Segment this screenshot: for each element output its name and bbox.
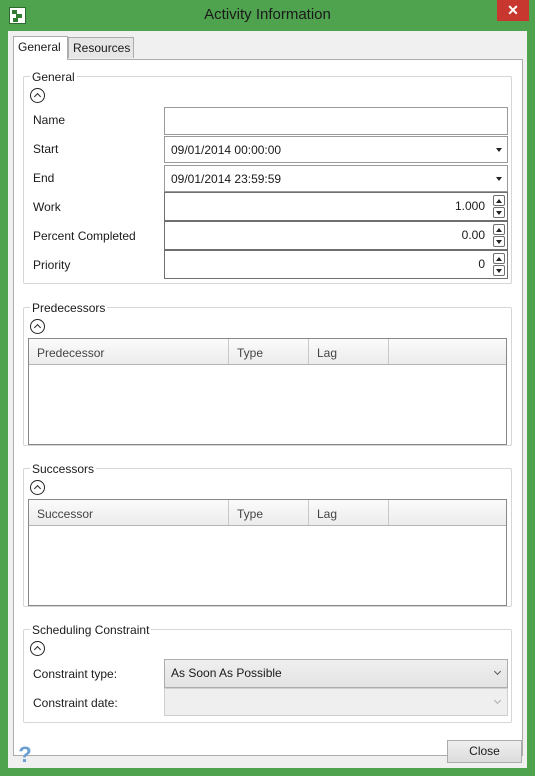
successors-group-title: Successors (30, 462, 97, 476)
successors-group: Successors Successor Type Lag (23, 462, 512, 607)
priority-value: 0 (478, 257, 485, 271)
column-header-predecessor[interactable]: Predecessor (29, 339, 229, 364)
work-numeric-input[interactable]: 1.000 (164, 192, 508, 221)
work-label: Work (33, 200, 61, 214)
column-header-lag[interactable]: Lag (309, 339, 389, 364)
start-value: 09/01/2014 00:00:00 (171, 143, 282, 157)
priority-decrement-icon[interactable] (493, 265, 505, 276)
predecessors-grid-header: Predecessor Type Lag (29, 339, 506, 365)
general-group-title: General (30, 70, 77, 84)
activity-information-window: Activity Information ✕ General Resources… (0, 0, 535, 776)
percent-completed-numeric-input[interactable]: 0.00 (164, 221, 508, 250)
predecessors-grid[interactable]: Predecessor Type Lag (28, 338, 507, 445)
start-datetime-picker[interactable]: 09/01/2014 00:00:00 (164, 136, 508, 163)
work-increment-icon[interactable] (493, 195, 505, 206)
column-header-successor[interactable]: Successor (29, 500, 229, 525)
name-input[interactable] (164, 107, 508, 135)
start-label: Start (33, 142, 59, 156)
priority-numeric-input[interactable]: 0 (164, 250, 508, 279)
end-dropdown-icon[interactable] (496, 177, 502, 181)
title-bar[interactable]: Activity Information ✕ (0, 0, 535, 31)
scheduling-constraint-group: Scheduling Constraint Constraint type: A… (23, 623, 512, 723)
percent-completed-label: Percent Completed (33, 229, 136, 243)
percent-increment-icon[interactable] (493, 224, 505, 235)
help-icon[interactable]: ? (14, 744, 36, 766)
name-label: Name (33, 113, 66, 127)
column-header-lag[interactable]: Lag (309, 500, 389, 525)
constraint-type-combobox[interactable]: As Soon As Possible (164, 659, 508, 688)
predecessors-collapse-icon[interactable] (30, 319, 45, 334)
successors-grid[interactable]: Successor Type Lag (28, 499, 507, 606)
general-collapse-icon[interactable] (30, 88, 45, 103)
tab-general[interactable]: General (13, 36, 68, 60)
general-tab-panel: General Name Start 09/01/2014 00:00:00 E… (13, 59, 523, 756)
start-dropdown-icon[interactable] (496, 148, 502, 152)
constraint-date-picker (164, 688, 508, 716)
predecessors-group-title: Predecessors (30, 301, 108, 315)
window-title: Activity Information (204, 6, 331, 23)
tab-resources[interactable]: Resources (68, 37, 134, 58)
chevron-down-icon (493, 696, 502, 705)
predecessors-group: Predecessors Predecessor Type Lag (23, 301, 512, 446)
general-group: General Name Start 09/01/2014 00:00:00 E… (23, 70, 512, 284)
constraint-collapse-icon[interactable] (30, 641, 45, 656)
window-close-button[interactable]: ✕ (497, 0, 529, 21)
column-header-type[interactable]: Type (229, 500, 309, 525)
end-value: 09/01/2014 23:59:59 (171, 172, 282, 186)
constraint-date-label: Constraint date: (33, 696, 118, 710)
column-header-type[interactable]: Type (229, 339, 309, 364)
successors-collapse-icon[interactable] (30, 480, 45, 495)
priority-increment-icon[interactable] (493, 253, 505, 264)
percent-completed-value: 0.00 (461, 228, 485, 242)
scheduling-constraint-group-title: Scheduling Constraint (30, 623, 152, 637)
work-decrement-icon[interactable] (493, 207, 505, 218)
constraint-type-value: As Soon As Possible (171, 666, 282, 680)
percent-decrement-icon[interactable] (493, 236, 505, 247)
constraint-type-label: Constraint type: (33, 667, 118, 681)
priority-label: Priority (33, 258, 71, 272)
dialog-client-area: General Resources General Name Start 09/… (8, 31, 527, 768)
end-datetime-picker[interactable]: 09/01/2014 23:59:59 (164, 165, 508, 192)
work-value: 1.000 (454, 199, 485, 213)
close-button[interactable]: Close (447, 740, 522, 763)
successors-grid-header: Successor Type Lag (29, 500, 506, 526)
chevron-down-icon[interactable] (493, 667, 502, 676)
end-label: End (33, 171, 55, 185)
